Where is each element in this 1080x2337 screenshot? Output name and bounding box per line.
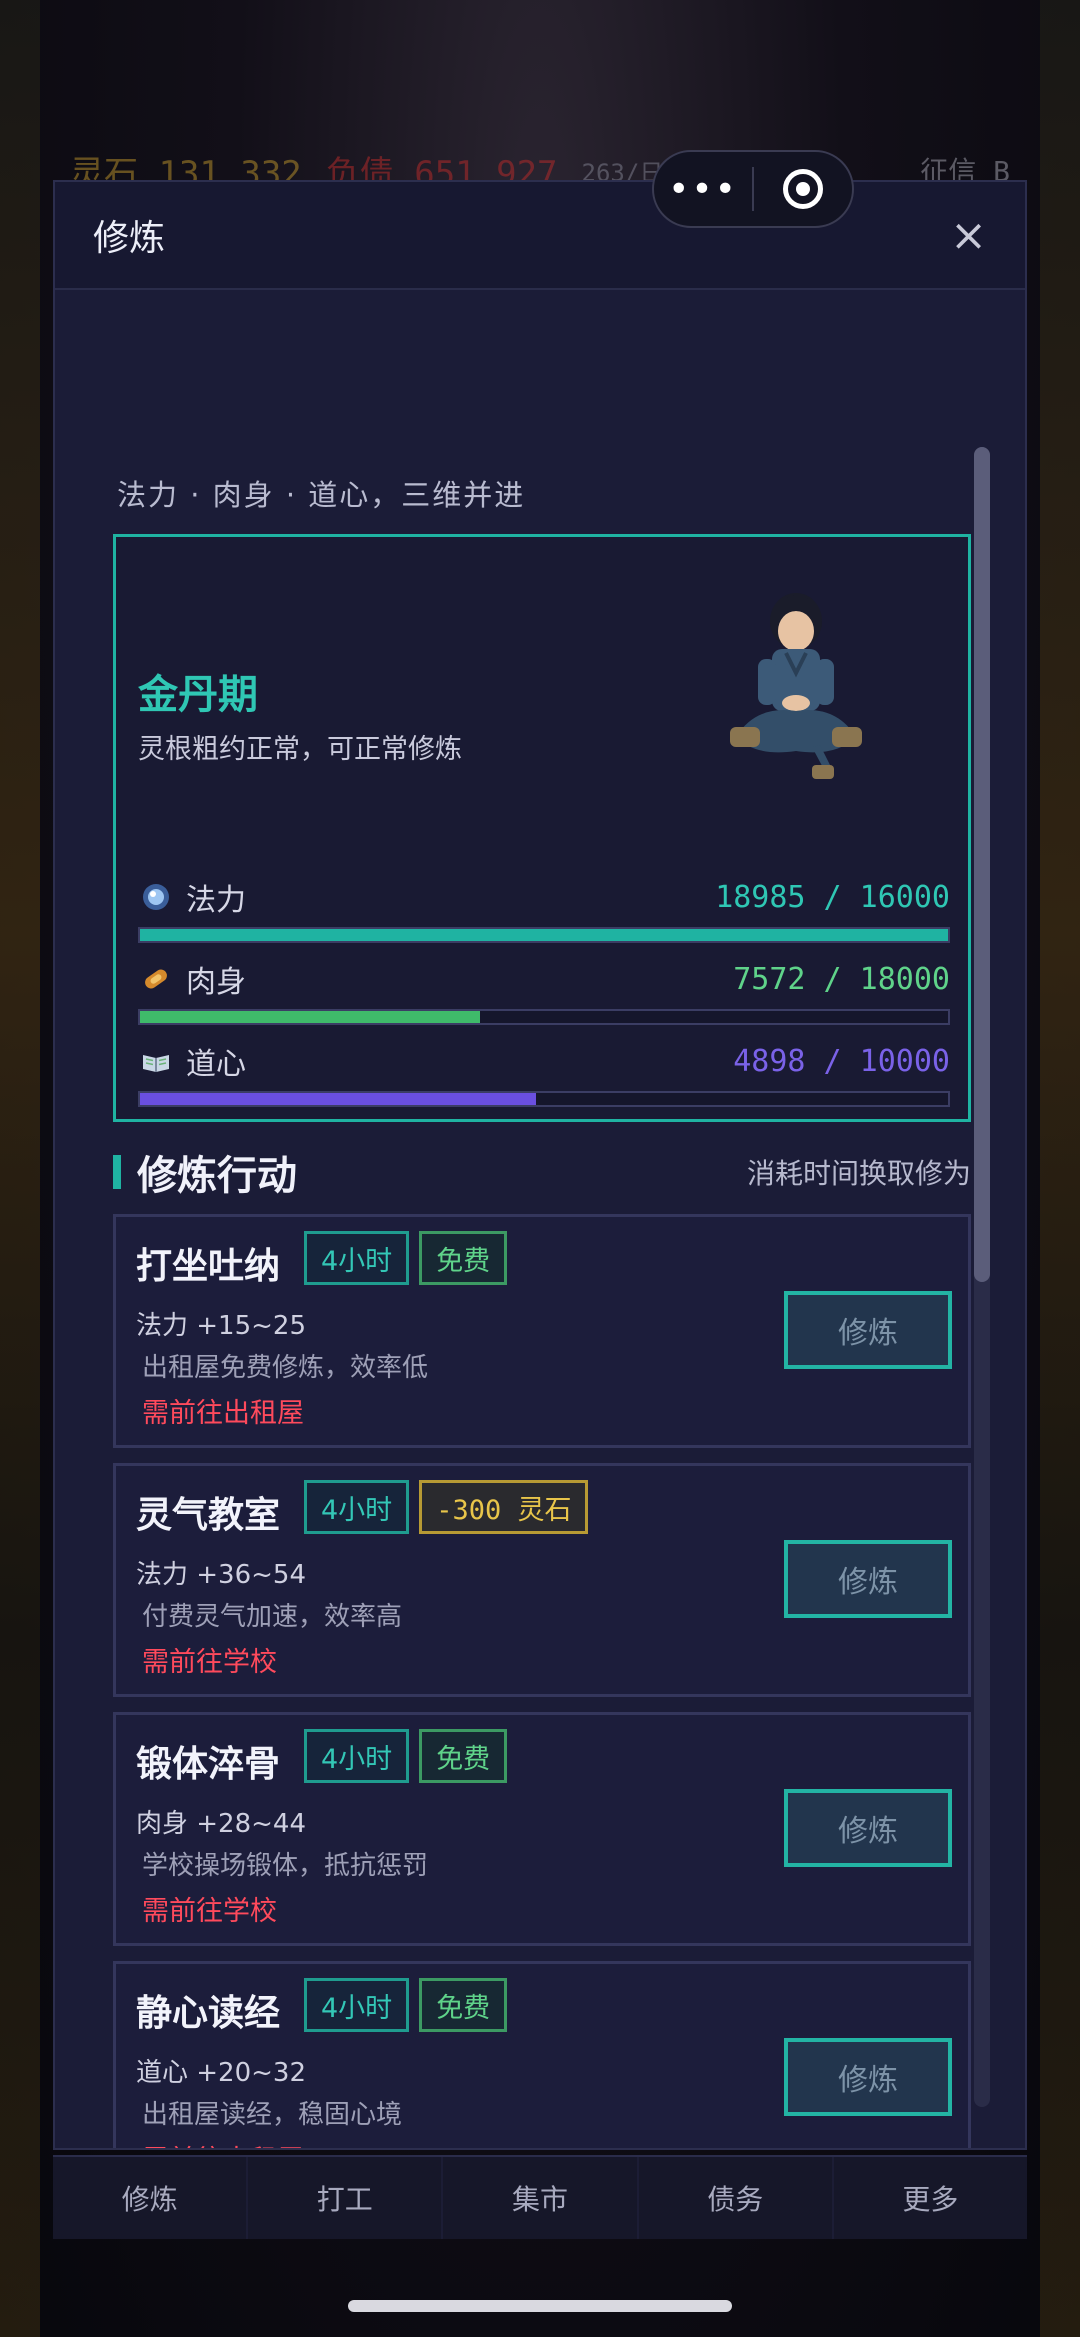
cultivate-button[interactable]: 修炼 [784, 1291, 952, 1369]
action-effect: 肉身 +28~44 [136, 1809, 307, 1839]
meditating-character-avatar [730, 593, 862, 779]
action-tags: 4小时 免费 [304, 1231, 508, 1285]
duration-tag: 4小时 [304, 1729, 410, 1783]
action-effect: 法力 +15~25 [136, 1311, 307, 1341]
section-accent-mark [113, 1155, 121, 1189]
action-requirement: 需前往出租屋 [142, 1398, 304, 1429]
cultivation-status-card: 金丹期 灵根粗约正常，可正常修炼 法力 18985 / 16000 肉身 757… [113, 534, 971, 1122]
realm-title: 金丹期 [138, 672, 258, 718]
action-name: 灵气教室 [136, 1495, 281, 1536]
realm-description: 灵根粗约正常，可正常修炼 [138, 734, 462, 765]
background-left-edge [0, 0, 40, 2337]
background-right-edge [1040, 0, 1080, 2337]
duration-tag: 4小时 [304, 1480, 410, 1534]
action-requirement: 需前往出租屋 [142, 2138, 304, 2148]
action-requirement: 需前往学校 [142, 1896, 277, 1927]
bottom-nav: 修炼 打工 集市 债务 更多 [53, 2155, 1028, 2239]
dao-heart-progress-bar [138, 1091, 950, 1107]
action-card: 打坐吐纳 4小时 免费 法力 +15~25 出租屋免费修炼，效率低 需前往出租屋… [113, 1214, 971, 1448]
panel-subtitle: 法力 · 肉身 · 道心，三维并进 [117, 478, 526, 512]
more-options-icon[interactable]: ••• [654, 169, 752, 210]
nav-item-debt[interactable]: 债务 [638, 2157, 834, 2239]
panel-scroll-area[interactable]: 法力 · 肉身 · 道心，三维并进 金丹期 灵根粗约正常，可正常修炼 法力 18… [55, 292, 1025, 2148]
panel-header: 修炼 × [55, 182, 1025, 290]
cultivate-button[interactable]: 修炼 [784, 1540, 952, 1618]
stat-value-body: 7572 / 18000 [733, 961, 950, 997]
action-requirement: 需前往学校 [142, 1647, 277, 1678]
action-name: 锻体淬骨 [136, 1744, 281, 1785]
stat-body: 肉身 7572 / 18000 [138, 959, 950, 1025]
stat-dao-heart: 道心 4898 / 10000 [138, 1041, 950, 1107]
action-card: 静心读经 4小时 免费 道心 +20~32 出租屋读经，稳固心境 需前往出租屋 … [113, 1961, 971, 2148]
stat-label-body: 肉身 [186, 965, 246, 1000]
cultivation-panel: 修炼 × 法力 · 肉身 · 道心，三维并进 金丹期 灵根粗约正常，可正常修炼 [53, 180, 1027, 2150]
nav-item-work[interactable]: 打工 [248, 2157, 444, 2239]
stat-label-dao-heart: 道心 [186, 1047, 246, 1082]
cultivation-actions-header: 修炼行动 消耗时间换取修为 [113, 1142, 971, 1202]
body-scroll-icon [138, 961, 174, 997]
nav-item-more[interactable]: 更多 [833, 2157, 1028, 2239]
home-indicator[interactable] [348, 2300, 732, 2312]
nav-item-cultivate[interactable]: 修炼 [53, 2157, 249, 2239]
action-card: 灵气教室 4小时 -300 灵石 法力 +36~54 付费灵气加速，效率高 需前… [113, 1463, 971, 1697]
action-card: 锻体淬骨 4小时 免费 肉身 +28~44 学校操场锻体，抵抗惩罚 需前往学校 … [113, 1712, 971, 1946]
cultivate-button[interactable]: 修炼 [784, 1789, 952, 1867]
duration-tag: 4小时 [304, 1978, 410, 2032]
stat-mana: 法力 18985 / 16000 [138, 877, 950, 943]
action-tags: 4小时 -300 灵石 [304, 1480, 589, 1534]
scrollbar-thumb[interactable] [974, 447, 990, 1282]
action-name: 打坐吐纳 [136, 1246, 281, 1287]
panel-title: 修炼 [93, 218, 166, 259]
panel-scrollbar[interactable] [974, 447, 990, 2107]
open-book-icon [138, 1043, 174, 1079]
action-effect: 法力 +36~54 [136, 1560, 307, 1590]
close-miniprogram-icon[interactable] [754, 169, 852, 209]
mana-progress-bar [138, 927, 950, 943]
action-tags: 4小时 免费 [304, 1729, 508, 1783]
action-name: 静心读经 [136, 1993, 281, 2034]
action-description: 出租屋读经，稳固心境 [142, 2100, 403, 2130]
cost-tag: -300 灵石 [419, 1480, 589, 1534]
mana-progress-fill [140, 929, 948, 941]
dao-heart-progress-fill [140, 1093, 536, 1105]
action-tags: 4小时 免费 [304, 1978, 508, 2032]
cultivate-button[interactable]: 修炼 [784, 2038, 952, 2116]
section-note: 消耗时间换取修为 [746, 1157, 971, 1190]
cost-tag: 免费 [419, 1231, 508, 1285]
action-description: 付费灵气加速，效率高 [142, 1602, 403, 1632]
nav-item-market[interactable]: 集市 [443, 2157, 639, 2239]
duration-tag: 4小时 [304, 1231, 410, 1285]
action-description: 学校操场锻体，抵抗惩罚 [142, 1851, 429, 1881]
action-description: 出租屋免费修炼，效率低 [142, 1353, 429, 1383]
body-progress-fill [140, 1011, 480, 1023]
section-title: 修炼行动 [137, 1153, 297, 1199]
cost-tag: 免费 [419, 1729, 508, 1783]
close-icon[interactable]: × [950, 210, 987, 261]
stat-value-dao-heart: 4898 / 10000 [733, 1043, 950, 1079]
miniprogram-capsule: ••• [652, 150, 854, 228]
cost-tag: 免费 [419, 1978, 508, 2032]
stat-value-mana: 18985 / 16000 [715, 879, 950, 915]
mana-orb-icon [138, 879, 174, 915]
stat-label-mana: 法力 [186, 883, 246, 918]
action-effect: 道心 +20~32 [136, 2058, 307, 2088]
body-progress-bar [138, 1009, 950, 1025]
